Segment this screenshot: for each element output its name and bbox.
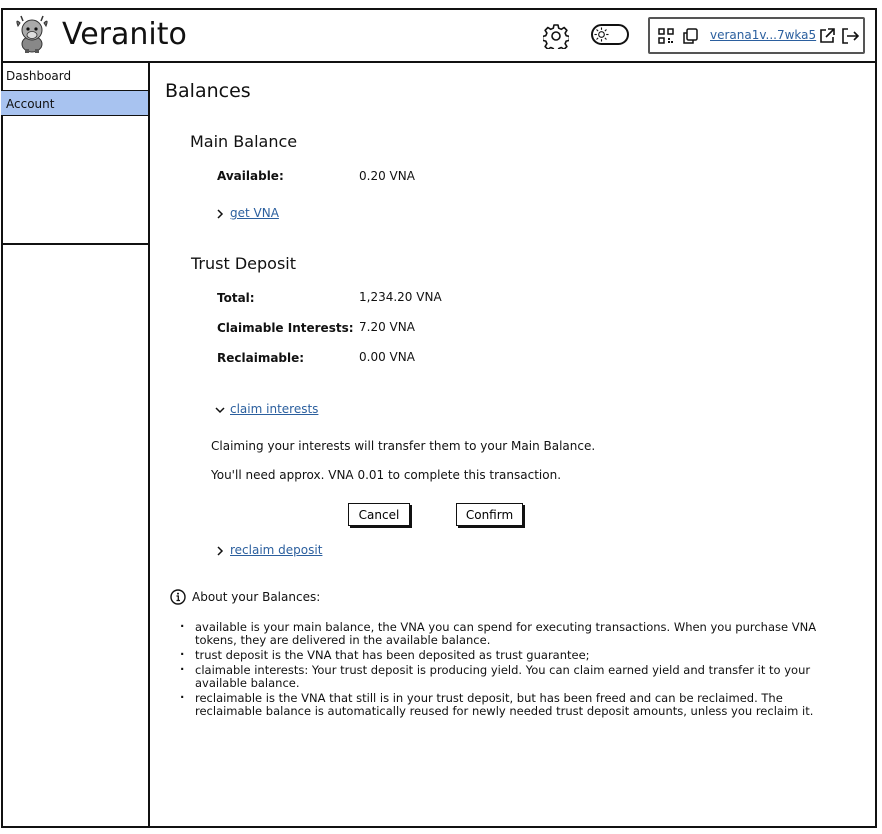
sun-icon	[594, 27, 609, 42]
sidebar: Dashboard Account	[1, 63, 150, 828]
theme-toggle[interactable]	[591, 24, 629, 45]
available-label: Available:	[217, 169, 284, 183]
app-title: Veranito	[62, 17, 187, 52]
get-vna-link[interactable]: get VNA	[230, 206, 279, 220]
trust-deposit-heading: Trust Deposit	[191, 254, 296, 273]
claim-interests-link[interactable]: claim interests	[230, 402, 318, 416]
gear-icon[interactable]	[543, 23, 569, 49]
cow-logo-icon	[16, 15, 48, 53]
list-item: claimable interests: Your trust deposit …	[178, 663, 843, 690]
total-value: 1,234.20 VNA	[359, 290, 442, 304]
about-title: About your Balances:	[192, 590, 321, 604]
sidebar-item-dashboard[interactable]: Dashboard	[1, 63, 148, 89]
chevron-down-icon	[215, 407, 225, 414]
available-value: 0.20 VNA	[359, 169, 415, 183]
reclaimable-label: Reclaimable:	[217, 351, 305, 365]
chevron-right-icon	[217, 546, 224, 556]
reclaimable-value: 0.00 VNA	[359, 350, 415, 364]
info-icon	[170, 589, 186, 605]
list-item: available is your main balance, the VNA …	[178, 620, 843, 647]
confirm-button[interactable]: Confirm	[456, 503, 523, 526]
chevron-right-icon	[217, 209, 224, 219]
reclaim-deposit-link[interactable]: reclaim deposit	[230, 543, 322, 557]
logout-icon[interactable]	[840, 27, 860, 45]
main-content: Balances Main Balance Available: 0.20 VN…	[150, 63, 877, 828]
list-item: trust deposit is the VNA that has been d…	[178, 648, 843, 662]
sidebar-nav: Dashboard Account	[1, 63, 148, 245]
list-item: reclaimable is the VNA that still is in …	[178, 691, 843, 718]
claimable-value: 7.20 VNA	[359, 320, 415, 334]
page-title: Balances	[165, 80, 251, 102]
claim-message: Claiming your interests will transfer th…	[211, 439, 596, 453]
claimable-label: Claimable Interests:	[217, 321, 354, 335]
copy-icon[interactable]	[681, 27, 699, 45]
fee-message: You'll need approx. VNA 0.01 to complete…	[211, 468, 562, 482]
cancel-button[interactable]: Cancel	[348, 503, 410, 526]
sidebar-item-account[interactable]: Account	[1, 90, 148, 116]
about-list: available is your main balance, the VNA …	[178, 620, 843, 720]
qr-code-icon[interactable]	[658, 28, 674, 44]
wallet-box: verana1v...7wka5	[648, 17, 865, 54]
main-balance-heading: Main Balance	[190, 132, 298, 151]
total-label: Total:	[217, 291, 255, 305]
wallet-address-link[interactable]: verana1v...7wka5	[710, 28, 816, 42]
external-link-icon[interactable]	[818, 27, 836, 45]
